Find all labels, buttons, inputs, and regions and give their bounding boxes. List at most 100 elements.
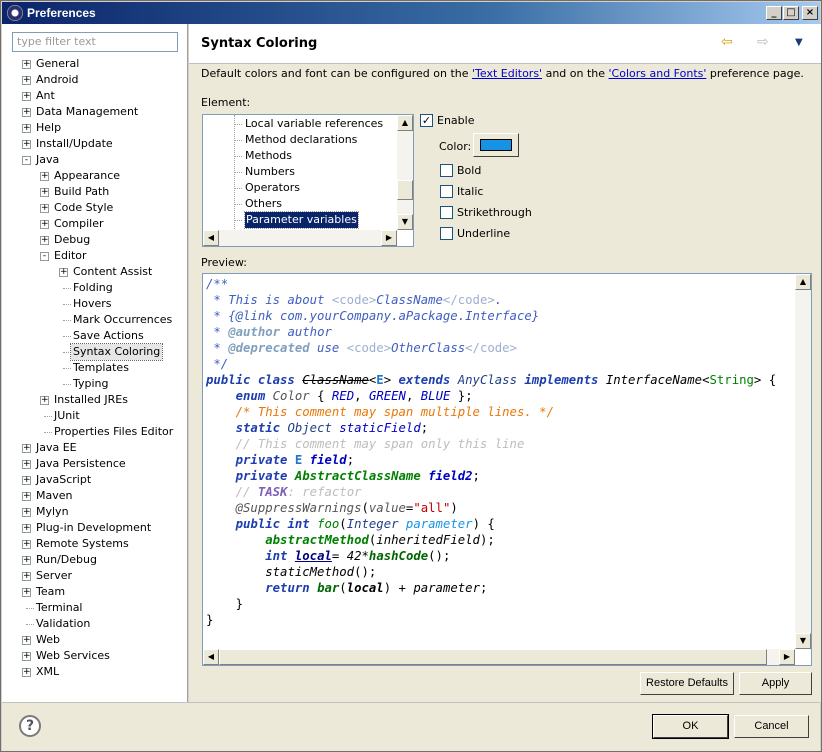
preview-vscrollbar[interactable] bbox=[795, 274, 811, 649]
view-menu-icon[interactable]: ▼ bbox=[795, 37, 803, 48]
expand-icon[interactable]: + bbox=[40, 172, 49, 181]
scroll-right-button[interactable]: ▶ bbox=[381, 230, 397, 246]
element-list-item[interactable]: Numbers bbox=[245, 164, 295, 180]
expand-icon[interactable]: + bbox=[40, 204, 49, 213]
tree-item[interactable]: + Help bbox=[2, 120, 188, 136]
italic-checkbox[interactable] bbox=[440, 185, 453, 198]
tree-item[interactable]: Templates bbox=[2, 360, 188, 376]
expand-icon[interactable]: + bbox=[22, 476, 31, 485]
apply-button[interactable]: Apply bbox=[739, 672, 812, 695]
expand-icon[interactable]: + bbox=[22, 652, 31, 661]
element-list[interactable]: Local variable references Method declarat… bbox=[202, 114, 414, 247]
colors-and-fonts-link[interactable]: 'Colors and Fonts' bbox=[609, 67, 707, 80]
tree-item[interactable]: Terminal bbox=[2, 600, 188, 616]
collapse-icon[interactable]: - bbox=[22, 156, 31, 165]
expand-icon[interactable]: + bbox=[22, 540, 31, 549]
expand-icon[interactable]: + bbox=[40, 396, 49, 405]
expand-icon[interactable]: + bbox=[59, 268, 68, 277]
back-arrow-icon[interactable]: ⇦ bbox=[721, 34, 733, 50]
tree-item[interactable]: + Mylyn bbox=[2, 504, 188, 520]
enable-checkbox[interactable]: ✓ bbox=[420, 114, 433, 127]
tree-item[interactable]: + Web Services bbox=[2, 648, 188, 664]
tree-item[interactable]: + Build Path bbox=[2, 184, 188, 200]
tree-item[interactable]: Syntax Coloring bbox=[2, 343, 188, 361]
tree-item[interactable]: + Java EE bbox=[2, 440, 188, 456]
preview-scroll-down[interactable]: ▼ bbox=[795, 633, 811, 649]
expand-icon[interactable]: + bbox=[40, 220, 49, 229]
element-list-item[interactable]: Methods bbox=[245, 148, 292, 164]
expand-icon[interactable]: + bbox=[40, 236, 49, 245]
expand-icon[interactable]: + bbox=[22, 508, 31, 517]
tree-item[interactable]: Validation bbox=[2, 616, 188, 632]
text-editors-link[interactable]: 'Text Editors' bbox=[472, 67, 542, 80]
tree-item[interactable]: + Remote Systems bbox=[2, 536, 188, 552]
expand-icon[interactable]: + bbox=[22, 108, 31, 117]
filter-input[interactable]: type filter text bbox=[12, 32, 178, 52]
ok-button[interactable]: OK bbox=[652, 714, 729, 739]
scroll-thumb[interactable] bbox=[397, 180, 413, 200]
help-icon[interactable]: ? bbox=[19, 715, 41, 737]
expand-icon[interactable]: + bbox=[22, 556, 31, 565]
close-button[interactable]: × bbox=[802, 6, 818, 20]
expand-icon[interactable]: + bbox=[22, 492, 31, 501]
tree-item[interactable]: + Content Assist bbox=[2, 264, 188, 280]
expand-icon[interactable]: + bbox=[22, 76, 31, 85]
expand-icon[interactable]: + bbox=[22, 636, 31, 645]
tree-item[interactable]: JUnit bbox=[2, 408, 188, 424]
minimize-button[interactable]: _ bbox=[766, 6, 782, 20]
tree-item[interactable]: Properties Files Editor bbox=[2, 424, 188, 440]
tree-item[interactable]: + JavaScript bbox=[2, 472, 188, 488]
preview-scroll-left[interactable]: ◀ bbox=[203, 649, 219, 665]
tree-item[interactable]: + Debug bbox=[2, 232, 188, 248]
strikethrough-checkbox[interactable] bbox=[440, 206, 453, 219]
restore-defaults-button[interactable]: Restore Defaults bbox=[640, 672, 734, 695]
expand-icon[interactable]: + bbox=[22, 124, 31, 133]
scroll-down-button[interactable]: ▼ bbox=[397, 214, 413, 230]
expand-icon[interactable]: + bbox=[22, 524, 31, 533]
tree-item[interactable]: - Java bbox=[2, 152, 188, 168]
tree-item[interactable]: Typing bbox=[2, 376, 188, 392]
tree-item[interactable]: + Ant bbox=[2, 88, 188, 104]
bold-checkbox[interactable] bbox=[440, 164, 453, 177]
expand-icon[interactable]: + bbox=[22, 668, 31, 677]
tree-item[interactable]: + Code Style bbox=[2, 200, 188, 216]
maximize-button[interactable]: □ bbox=[783, 6, 799, 20]
tree-item[interactable]: + Maven bbox=[2, 488, 188, 504]
color-picker-button[interactable] bbox=[473, 133, 519, 157]
tree-item[interactable]: + Web bbox=[2, 632, 188, 648]
underline-checkbox[interactable] bbox=[440, 227, 453, 240]
element-list-item[interactable]: Method declarations bbox=[245, 132, 357, 148]
expand-icon[interactable]: + bbox=[22, 444, 31, 453]
tree-item[interactable]: + Run/Debug bbox=[2, 552, 188, 568]
tree-item[interactable]: + Appearance bbox=[2, 168, 188, 184]
expand-icon[interactable]: + bbox=[22, 60, 31, 69]
preview-hscroll-thumb[interactable] bbox=[219, 649, 767, 665]
cancel-button[interactable]: Cancel bbox=[734, 715, 809, 738]
expand-icon[interactable]: + bbox=[40, 188, 49, 197]
element-list-item[interactable]: Local variable references bbox=[245, 116, 383, 132]
tree-item[interactable]: + XML bbox=[2, 664, 188, 680]
tree-item[interactable]: + Java Persistence bbox=[2, 456, 188, 472]
tree-item[interactable]: + Team bbox=[2, 584, 188, 600]
tree-item[interactable]: Save Actions bbox=[2, 328, 188, 344]
expand-icon[interactable]: + bbox=[22, 140, 31, 149]
tree-item[interactable]: + Server bbox=[2, 568, 188, 584]
preview-scroll-right[interactable]: ▶ bbox=[779, 649, 795, 665]
tree-item[interactable]: + Android bbox=[2, 72, 188, 88]
element-list-item[interactable]: Operators bbox=[245, 180, 300, 196]
tree-item[interactable]: - Editor bbox=[2, 248, 188, 264]
tree-item[interactable]: + Installed JREs bbox=[2, 392, 188, 408]
collapse-icon[interactable]: - bbox=[40, 252, 49, 261]
element-list-hscrollbar[interactable] bbox=[203, 230, 397, 246]
preview-scroll-up[interactable]: ▲ bbox=[795, 274, 811, 290]
tree-item[interactable]: + Compiler bbox=[2, 216, 188, 232]
expand-icon[interactable]: + bbox=[22, 588, 31, 597]
tree-item[interactable]: + Install/Update bbox=[2, 136, 188, 152]
expand-icon[interactable]: + bbox=[22, 460, 31, 469]
scroll-left-button[interactable]: ◀ bbox=[203, 230, 219, 246]
tree-item[interactable]: Mark Occurrences bbox=[2, 312, 188, 328]
element-list-vscrollbar[interactable] bbox=[397, 115, 413, 230]
scroll-up-button[interactable]: ▲ bbox=[397, 115, 413, 131]
tree-item[interactable]: + Data Management bbox=[2, 104, 188, 120]
element-list-item[interactable]: Parameter variables bbox=[244, 211, 359, 229]
